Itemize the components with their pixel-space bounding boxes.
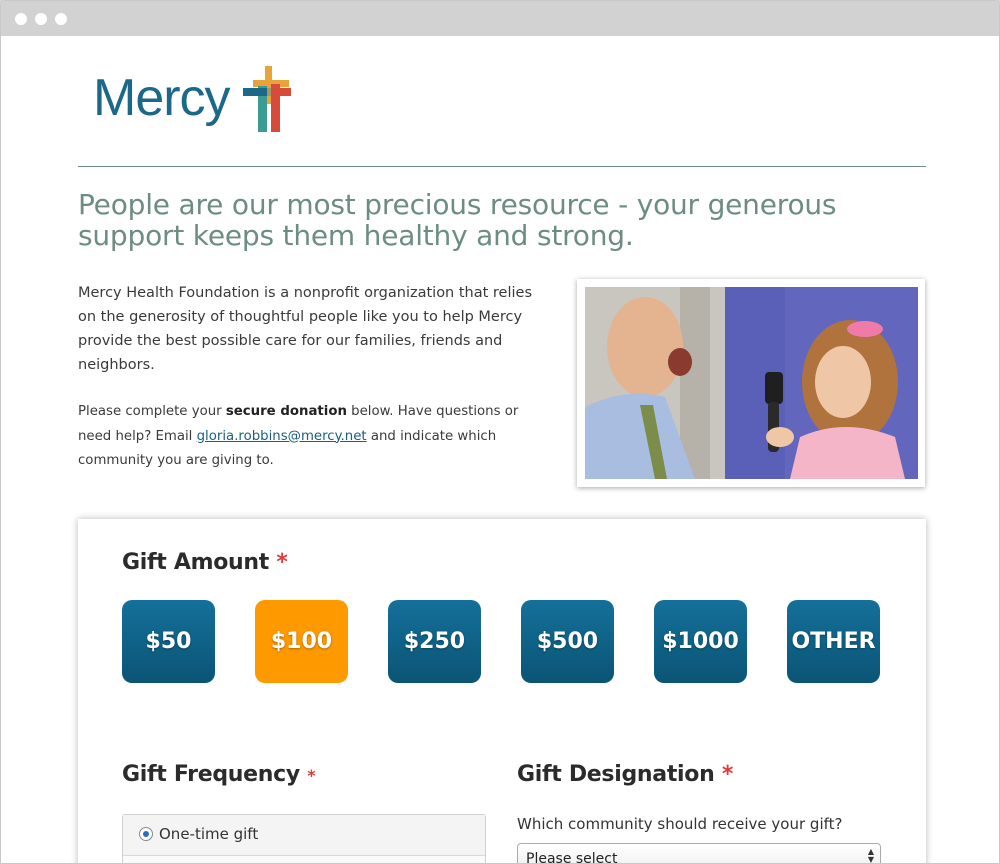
amount-100-button[interactable]: $100 (255, 600, 348, 683)
select-arrows-icon: ▲ ▼ (867, 847, 874, 864)
instruction-text: Please complete your (78, 404, 226, 419)
cross-icon (243, 66, 291, 132)
gift-designation-title: Gift Designation (517, 762, 715, 787)
amount-500-button[interactable]: $500 (521, 600, 614, 683)
designation-question: Which community should receive your gift… (517, 815, 843, 833)
donation-instructions: Please complete your secure donation bel… (78, 400, 538, 474)
gift-amount-heading: Gift Amount * (122, 550, 288, 575)
title-bar (1, 1, 999, 36)
community-select[interactable]: Please select ▲ ▼ (517, 843, 881, 864)
window-control-dot[interactable] (55, 13, 67, 25)
amount-1000-button[interactable]: $1000 (654, 600, 747, 683)
gift-designation-heading: Gift Designation * (517, 762, 733, 787)
contact-email-link[interactable]: gloria.robbins@mercy.net (197, 429, 367, 444)
amount-50-button[interactable]: $50 (122, 600, 215, 683)
page-headline: People are our most precious resource - … (78, 188, 837, 252)
required-asterisk: * (307, 766, 316, 785)
mercy-logo[interactable]: Mercy (93, 66, 293, 146)
window-control-dot[interactable] (15, 13, 27, 25)
frequency-option-one-time[interactable]: One-time gift (123, 815, 485, 856)
logo-text: Mercy (93, 69, 231, 127)
hero-photo (577, 279, 925, 487)
browser-window: Mercy People are our most precious resou… (0, 0, 1000, 864)
select-value: Please select (526, 851, 618, 864)
intro-paragraph: Mercy Health Foundation is a nonprofit o… (78, 285, 533, 373)
frequency-options: One-time gift (122, 814, 486, 863)
doctor-child-photo (585, 287, 918, 479)
amount-other-button[interactable]: OTHER (787, 600, 880, 683)
gift-frequency-title: Gift Frequency (122, 762, 300, 787)
required-asterisk: * (276, 550, 288, 575)
frequency-option-label: One-time gift (159, 825, 259, 843)
secure-donation-text: secure donation (225, 404, 347, 419)
required-asterisk: * (721, 762, 734, 787)
radio-selected-icon[interactable] (139, 827, 153, 841)
page-content: Mercy People are our most precious resou… (1, 36, 999, 863)
donation-form: Gift Amount * $50 $100 $250 $500 $1000 O… (78, 519, 926, 864)
amount-250-button[interactable]: $250 (388, 600, 481, 683)
window-control-dot[interactable] (35, 13, 47, 25)
gift-amount-title: Gift Amount (122, 550, 269, 575)
gift-frequency-heading: Gift Frequency * (122, 762, 316, 787)
header-divider (78, 166, 926, 167)
